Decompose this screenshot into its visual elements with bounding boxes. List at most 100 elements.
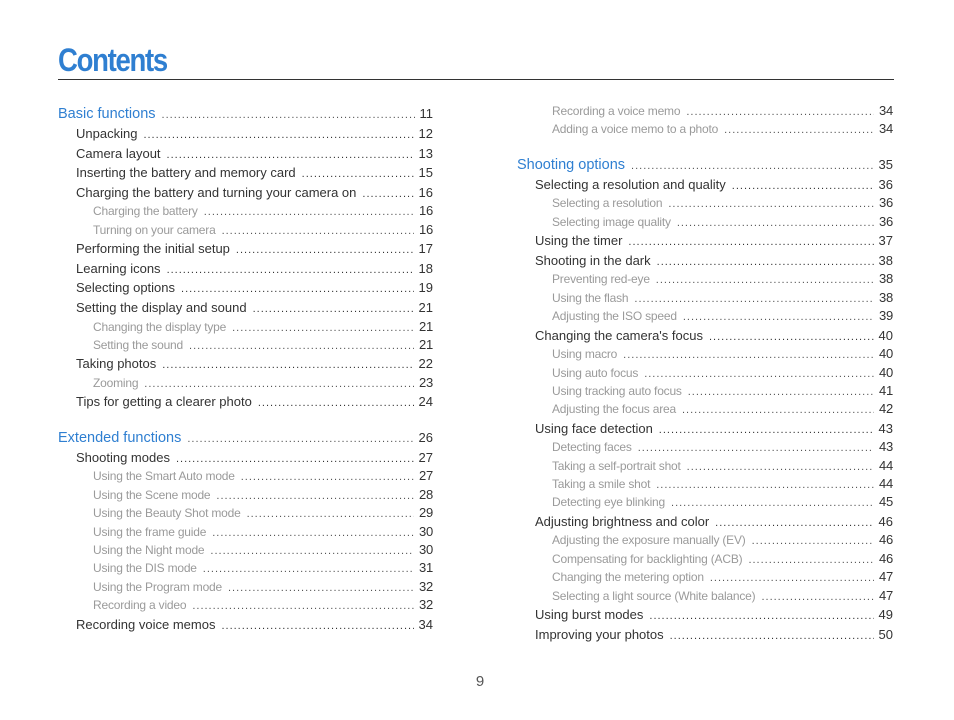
toc-subtopic-link[interactable]: Turning on your camera 16 [58,221,433,239]
dot-leader [677,214,874,231]
dot-leader [212,524,414,541]
toc-chapter-link[interactable]: Camera layout 13 [58,144,433,164]
toc-chapter-link[interactable]: Tips for getting a clearer photo 24 [58,392,433,412]
toc-entry-label: Using the timer [535,233,623,249]
toc-subtopic-link[interactable]: Detecting faces 43 [517,438,893,456]
toc-entry-page: 31 [418,560,433,576]
dot-leader [187,429,413,448]
toc-subtopic-link[interactable]: Using tracking auto focus 41 [517,382,893,400]
toc-subtopic-link[interactable]: Using auto focus 40 [517,364,893,382]
toc-chapter-link[interactable]: Shooting in the dark 38 [517,251,893,271]
dot-leader [144,375,414,392]
toc-section-link[interactable]: Basic functions 11 [58,104,433,124]
toc-subtopic-link[interactable]: Using the DIS mode 31 [58,559,433,577]
toc-chapter-link[interactable]: Selecting options 19 [58,278,433,298]
toc-subtopic-link[interactable]: Charging the battery 16 [58,202,433,220]
toc-entry-page: 27 [418,468,433,484]
toc-subtopic-link[interactable]: Using the Program mode 32 [58,578,433,596]
toc-subtopic-link[interactable]: Setting the sound 21 [58,336,433,354]
toc-entry-page: 24 [418,394,433,410]
toc-subtopic-link[interactable]: Selecting a resolution 36 [517,194,893,212]
toc-chapter-link[interactable]: Taking photos 22 [58,354,433,374]
toc-entry-label: Adjusting the ISO speed [552,309,677,324]
dot-leader [167,261,414,279]
toc-entry-label: Zooming [93,375,139,390]
toc-subtopic-link[interactable]: Adding a voice memo to a photo 34 [517,120,893,138]
toc-chapter-link[interactable]: Setting the display and sound 21 [58,298,433,318]
toc-chapter-link[interactable]: Shooting modes 27 [58,448,433,468]
toc-chapter-link[interactable]: Selecting a resolution and quality 36 [517,175,893,195]
toc-chapter-link[interactable]: Improving your photos 50 [517,625,893,645]
toc-section-link[interactable]: Extended functions 26 [58,428,433,448]
toc-subtopic-link[interactable]: Recording a voice memo 34 [517,102,893,120]
dot-leader [204,203,414,220]
toc-chapter-link[interactable]: Inserting the battery and memory card 15 [58,163,433,183]
dot-leader [670,627,874,645]
toc-subtopic-link[interactable]: Changing the metering option 47 [517,568,893,586]
toc-subtopic-link[interactable]: Using the Beauty Shot mode 29 [58,504,433,522]
toc-subtopic-link[interactable]: Adjusting the exposure manually (EV) 46 [517,531,893,549]
toc-subtopic-link[interactable]: Selecting a light source (White balance)… [517,587,893,605]
toc-entry-label: Unpacking [76,126,138,141]
toc-entry-label: Using the Beauty Shot mode [93,506,241,521]
toc-entry-label: Using the Program mode [93,579,222,594]
toc-subtopic-link[interactable]: Selecting image quality 36 [517,213,893,231]
toc-entry-label: Recording a voice memo [552,104,681,118]
toc-section-link[interactable]: Shooting options 35 [517,155,893,175]
toc-subtopic-link[interactable]: Using the Night mode 30 [58,541,433,559]
toc-entry-page: 21 [418,318,433,334]
toc-chapter-link[interactable]: Using the timer 37 [517,231,893,251]
toc-subtopic-link[interactable]: Preventing red-eye 38 [517,270,893,288]
toc-subtopic-link[interactable]: Taking a smile shot 44 [517,475,893,493]
toc-entry-page: 27 [418,449,433,465]
toc-chapter-link[interactable]: Adjusting brightness and color 46 [517,512,893,532]
toc-subtopic-link[interactable]: Recording a video 32 [58,596,433,614]
toc-chapter-link[interactable]: Charging the battery and turning your ca… [58,183,433,203]
toc-entry-label: Charging the battery [93,204,198,219]
toc-entry-page: 16 [418,203,433,219]
toc-subtopic-link[interactable]: Using the Smart Auto mode 27 [58,467,433,485]
toc-subtopic-link[interactable]: Using the Scene mode 28 [58,486,433,504]
toc-entry-page: 30 [418,523,433,539]
toc-chapter-link[interactable]: Using burst modes 49 [517,605,893,625]
toc-entry-page: 44 [878,457,893,473]
toc-chapter-link[interactable]: Changing the camera's focus 40 [517,326,893,346]
toc-subtopic-link[interactable]: Adjusting the ISO speed 39 [517,307,893,325]
toc-chapter-link[interactable]: Unpacking 12 [58,124,433,144]
toc-subtopic-link[interactable]: Using the frame guide 30 [58,523,433,541]
toc-subtopic-link[interactable]: Detecting eye blinking 45 [517,493,893,511]
toc-entry-label: Detecting eye blinking [552,495,666,510]
dot-leader [628,233,873,251]
toc-entry-label: Shooting in the dark [535,252,651,268]
toc-entry-label: Selecting a resolution [552,196,663,211]
toc-chapter-link[interactable]: Learning icons 18 [58,259,433,279]
toc-entry-page: 43 [878,420,893,436]
toc-subtopic-link[interactable]: Taking a self-portrait shot 44 [517,457,893,475]
toc-subtopic-link[interactable]: Changing the display type 21 [58,318,433,336]
toc-chapter-link[interactable]: Using face detection 43 [517,419,893,439]
toc-subtopic-link[interactable]: Zooming 23 [58,374,433,392]
dot-leader [253,300,414,318]
toc-entry-page: 21 [418,336,433,352]
toc-subtopic-link[interactable]: Using the flash 38 [517,289,893,307]
toc-entry-page: 19 [418,280,433,296]
dot-leader [221,617,413,635]
toc-entry-label: Using the Night mode [93,543,205,558]
toc-entry-label: Recording a video [93,598,187,613]
toc-subtopic-link[interactable]: Compensating for backlighting (ACB) 46 [517,550,893,568]
dot-leader [761,588,873,605]
toc-entry-page: 37 [878,233,893,249]
dot-leader [752,532,874,549]
title-divider [58,79,894,80]
toc-entry-page: 38 [878,252,893,268]
dot-leader [724,121,874,138]
toc-entry-page: 45 [878,494,893,510]
page-title: Contents [58,42,168,78]
toc-subtopic-link[interactable]: Adjusting the focus area 42 [517,400,893,418]
toc-chapter-link[interactable]: Performing the initial setup 17 [58,239,433,259]
toc-subtopic-link[interactable]: Using macro 40 [517,345,893,363]
toc-entry-label: Changing the metering option [552,570,704,585]
toc-entry-label: Inserting the battery and memory card [76,165,296,181]
toc-entry-page: 17 [418,241,433,257]
toc-chapter-link[interactable]: Recording voice memos 34 [58,615,433,635]
